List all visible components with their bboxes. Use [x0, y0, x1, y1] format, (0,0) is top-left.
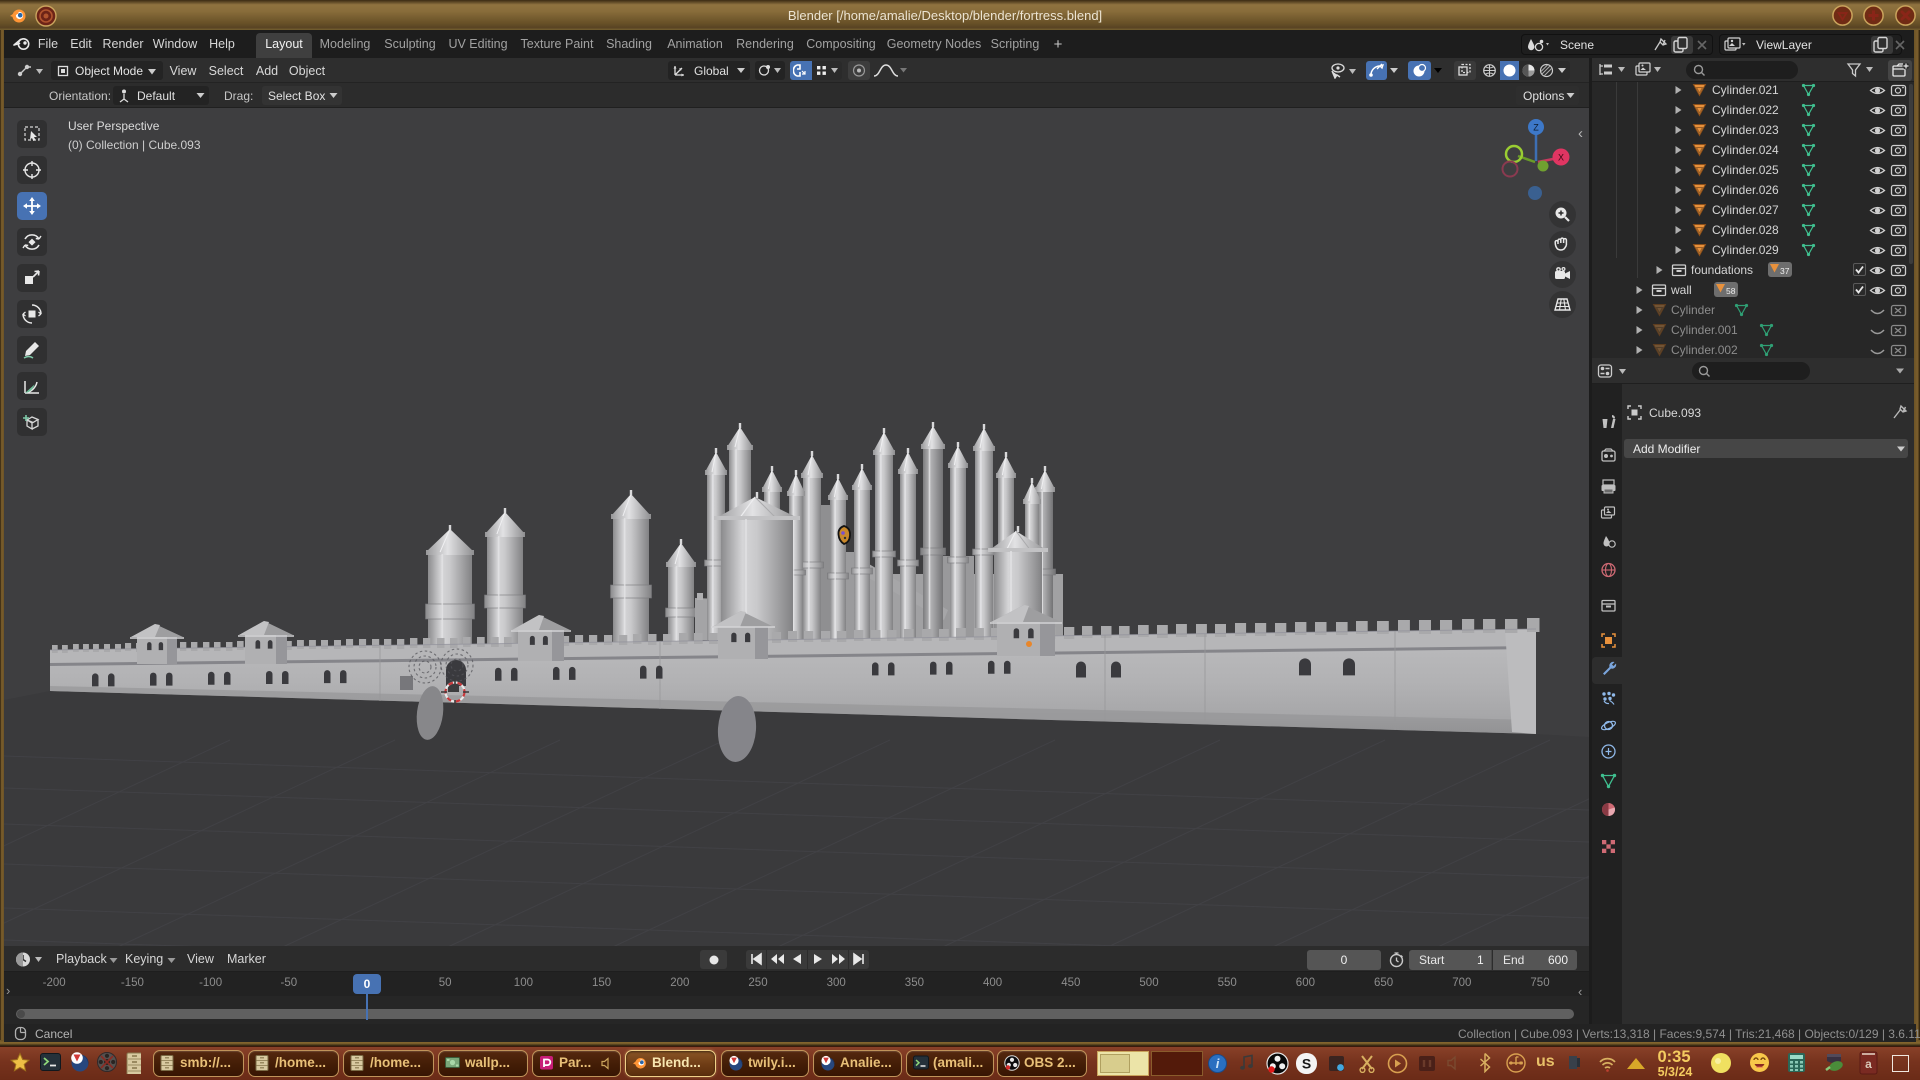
svg-text:S: S	[1302, 1056, 1311, 1072]
svg-text:i: i	[1216, 1056, 1220, 1071]
svg-text:a: a	[1865, 1057, 1872, 1071]
svg-text:X: X	[1558, 153, 1564, 163]
svg-text:Z: Z	[1533, 123, 1539, 133]
